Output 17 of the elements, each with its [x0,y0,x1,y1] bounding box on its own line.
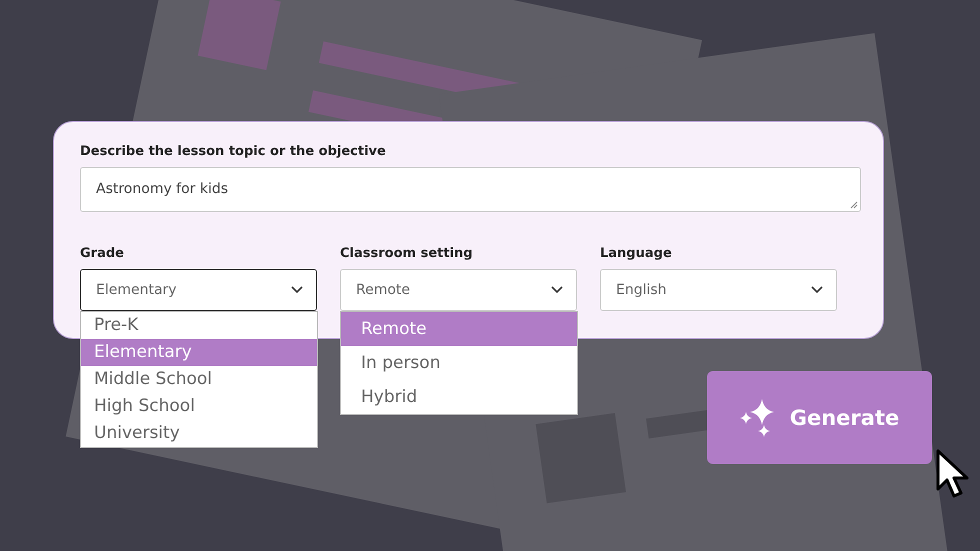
chevron-down-icon [551,286,563,294]
dropdown-option[interactable]: Remote [341,312,577,346]
resize-handle-icon[interactable] [850,201,858,209]
topic-label: Describe the lesson topic or the objective [80,144,387,159]
select-label: Grade [80,246,125,261]
chevron-down-icon [291,286,303,294]
dropdown-select[interactable]: English [600,269,837,311]
select-label: Classroom setting [340,246,474,261]
select-label: Language [600,246,673,261]
topic-input-field[interactable]: Astronomy for kids [80,167,861,212]
cursor-icon [936,449,970,499]
sparkle-icon [740,398,776,436]
dropdown-select[interactable]: Remote [340,269,577,311]
dropdown-option[interactable]: Elementary [81,339,317,366]
chevron-down-icon [811,286,823,294]
dropdown-select[interactable]: Elementary [80,269,317,311]
generate-button[interactable]: Generate [707,371,932,464]
